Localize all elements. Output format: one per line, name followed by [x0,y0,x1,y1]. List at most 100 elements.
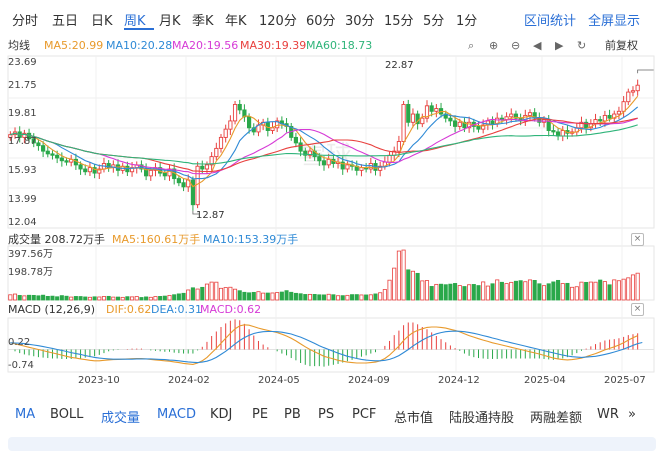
more-tabs-icon[interactable]: » [628,407,636,422]
macd-tick-1: 0.22 [8,337,31,348]
tab-volume[interactable]: 成交量 [101,407,140,426]
candle-body [190,179,196,206]
candle-body [83,168,88,173]
tab-boll[interactable]: BOLL [50,407,83,422]
volume-bar [415,272,420,301]
chart-grid [7,55,655,373]
candle-body [602,114,607,122]
candle-body [345,164,350,170]
volume-bar [518,280,523,301]
volume-bar [467,284,472,301]
volume-bar [190,287,195,301]
volume-bar [307,293,312,301]
candle-body [181,182,186,188]
volume-bar [167,294,172,301]
volume-bar [162,295,167,301]
candle-body [621,101,626,112]
x-tick-2: 2024-02 [168,375,210,386]
volume-bar [331,294,336,301]
tab-pcf[interactable]: PCF [352,407,376,422]
volume-bar [635,272,640,301]
tab-kdj[interactable]: KDJ [210,407,232,422]
volume-bar [504,283,509,301]
low-price-label: 12.87 [196,210,225,221]
volume-bar [120,296,125,301]
volume-bar [275,292,280,301]
stock-chart[interactable]: 雪球 [0,0,664,400]
volume-bar [17,295,22,301]
volume-bar [64,295,69,301]
candle-body [635,84,640,92]
macd-close-icon[interactable]: × [631,303,644,316]
volume-bar [406,269,411,301]
volume-close-icon[interactable]: × [631,233,644,246]
x-tick-7: 2025-07 [604,375,646,386]
volume-bar [317,294,322,301]
indicator-tab-bar: MA BOLL 成交量 MACD KDJ PE PB PS PCF 总市值 陆股… [0,401,664,429]
volume-bar [289,291,294,301]
tab-market-cap[interactable]: 总市值 [394,407,433,426]
volume-bar [602,281,607,301]
volume-bar [125,296,130,301]
volume-bar [228,286,233,301]
candle-body [593,119,598,125]
volume-bar [476,285,481,301]
volume-bar [448,283,453,301]
candle-body [551,130,556,133]
volume-bar [321,294,327,301]
volume-bar [303,294,308,301]
candle-body [59,157,64,162]
volume-bar [364,294,369,301]
volume-bar [485,285,490,301]
tab-ma[interactable]: MA [15,407,35,422]
tab-pb[interactable]: PB [284,407,301,422]
tab-ps[interactable]: PS [318,407,334,422]
volume-bar [527,279,533,301]
volume-bar [621,278,626,301]
candle-body [176,178,181,184]
volume-bar [50,295,55,301]
candle-body [401,103,406,142]
volume-bar [359,294,364,301]
volume-bar [97,296,102,301]
volume-bar [78,296,83,301]
volume-bar [176,293,181,301]
tab-wr[interactable]: WR [597,407,619,422]
price-tick-5: 15.93 [8,165,37,176]
volume-bar [261,292,266,301]
dea-line [10,330,643,364]
volume-bar [22,295,27,301]
candle-body [223,128,228,138]
volume-bar [270,292,275,301]
tab-margin-balance[interactable]: 两融差额 [530,407,582,426]
candle-body [228,120,233,130]
volume-bar [312,294,317,301]
candle-body [457,121,462,127]
volume-ma10-legend: MA10:153.39万手 [203,233,299,246]
dea-legend: DEA:0.31 [151,303,202,316]
candle-body [626,91,631,103]
volume-bar [499,281,504,301]
volume-bar [565,282,570,301]
volume-bar [537,283,542,301]
volume-bar [373,293,378,301]
tab-macd[interactable]: MACD [157,407,196,422]
volume-bar [495,279,500,301]
volume-bar [584,281,589,301]
volume-bar [350,294,355,301]
tab-northbound-holding[interactable]: 陆股通持股 [449,407,514,426]
candle-body [45,150,50,155]
volume-bar [630,274,636,301]
volume-bar [532,280,537,301]
volume-bar [233,288,238,301]
volume-bar [293,292,298,301]
tab-pe[interactable]: PE [252,407,268,422]
volume-legend: 成交量 208.72万手 [8,233,105,246]
macd-legend: MACD (12,26,9) [8,303,96,316]
volume-ma5-legend: MA5:160.61万手 [112,233,201,246]
volume-bars [8,249,640,301]
volume-bar [130,296,135,301]
candle-body [232,103,238,122]
x-tick-4: 2024-09 [348,375,390,386]
candle-body [237,103,242,111]
